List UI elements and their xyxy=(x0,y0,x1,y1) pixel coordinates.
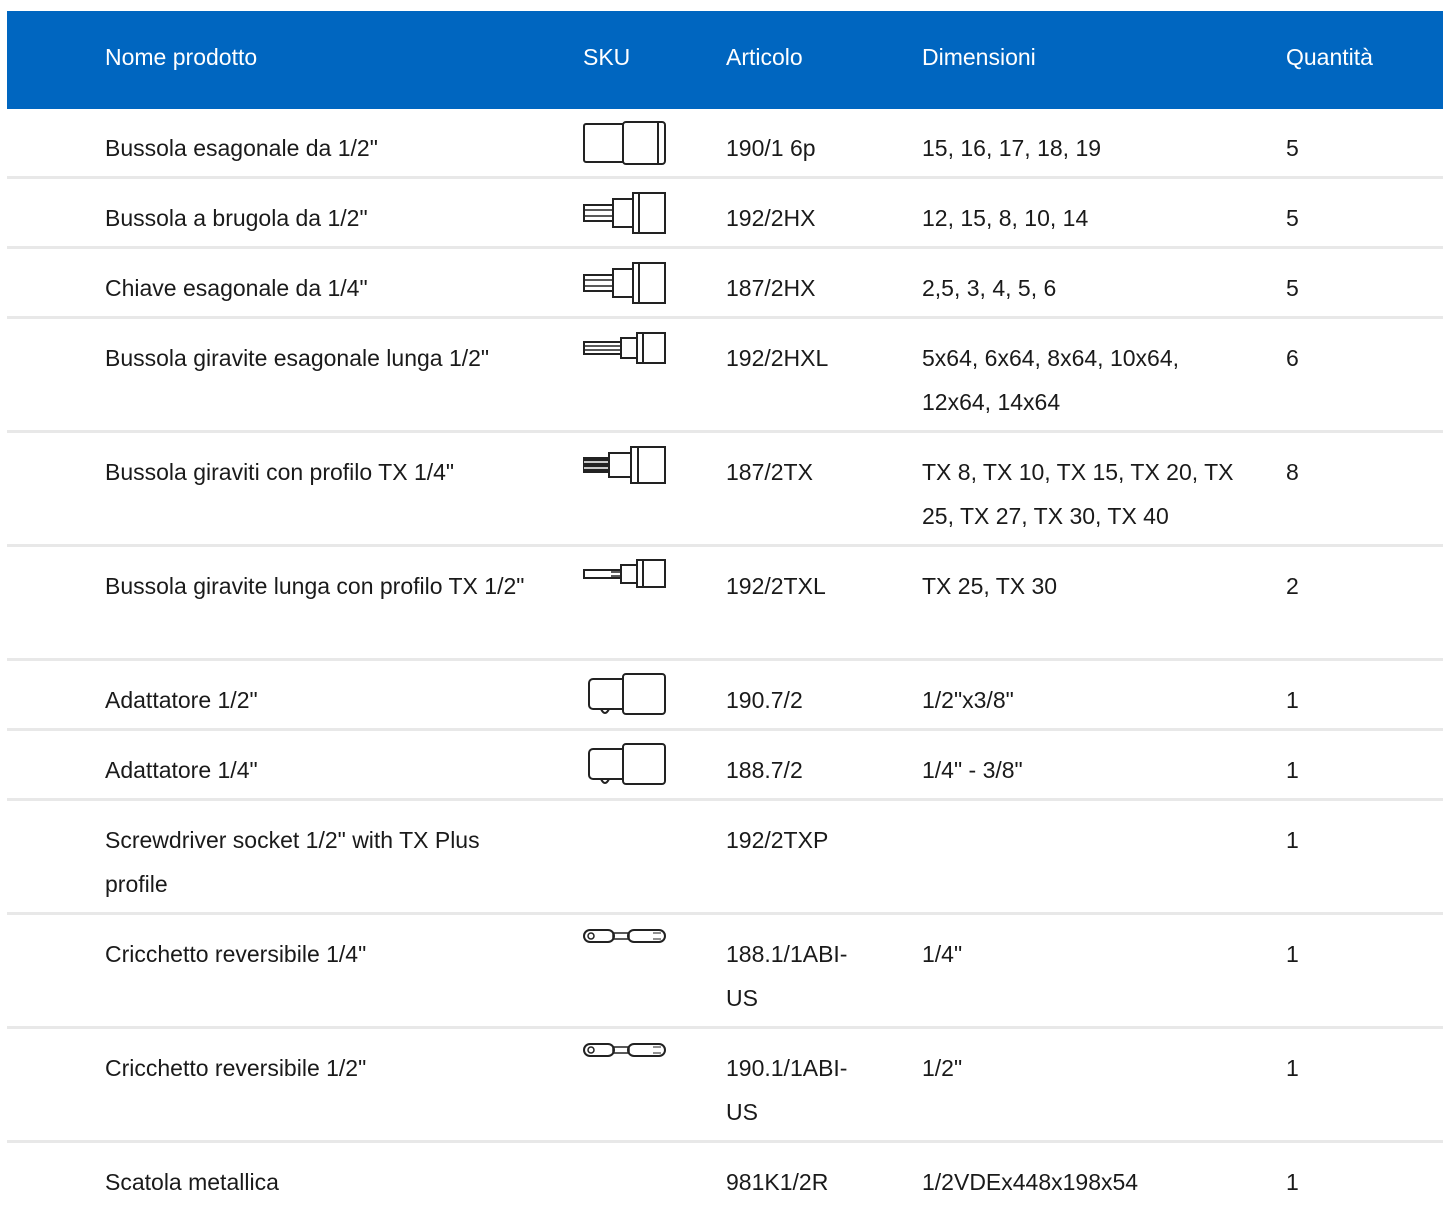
table-row: Bussola giravite lunga con profilo TX 1/… xyxy=(7,547,1443,661)
table-row: Screwdriver socket 1/2" with TX Plus pro… xyxy=(7,801,1443,915)
dimensions: 15, 16, 17, 18, 19 xyxy=(922,135,1102,161)
product-name: Bussola a brugola da 1/2" xyxy=(105,205,368,231)
ratchet-icon xyxy=(583,1041,673,1061)
product-name: Bussola giraviti con profilo TX 1/4" xyxy=(105,459,455,485)
hex-socket-icon xyxy=(583,121,673,165)
header-name: Nome prodotto xyxy=(105,44,258,70)
table-row: Cricchetto reversibile 1/4" 188.1/1ABI-U… xyxy=(7,915,1443,1029)
torx-bit-socket-icon xyxy=(583,445,673,485)
article-code: 192/2TXP xyxy=(726,827,829,853)
adapter-icon xyxy=(583,743,673,789)
allen-socket-icon xyxy=(583,191,673,235)
table-row: Bussola a brugola da 1/2" 192/2HX 12, 15… xyxy=(7,179,1443,249)
article-code: 187/2HX xyxy=(726,275,816,301)
dimensions: 1/2"x3/8" xyxy=(922,687,1014,713)
table-row: Adattatore 1/4" 188.7/2 1/4" - 3/8" 1 xyxy=(7,731,1443,801)
article-code: 981K1/2R xyxy=(726,1169,829,1195)
dimensions: 1/2VDEx448x198x54 xyxy=(922,1169,1139,1195)
article-code: 188.1/1ABI-US xyxy=(726,941,848,1011)
article-code: 192/2HX xyxy=(726,205,816,231)
dimensions: 5x64, 6x64, 8x64, 10x64, 12x64, 14x64 xyxy=(922,345,1180,415)
quantity: 5 xyxy=(1286,275,1299,301)
article-code: 192/2TXL xyxy=(726,573,826,599)
dimensions: TX 8, TX 10, TX 15, TX 20, TX 25, TX 27,… xyxy=(922,459,1234,529)
product-name: Bussola esagonale da 1/2" xyxy=(105,135,378,161)
header-dimensions: Dimensioni xyxy=(922,44,1036,70)
quantity: 2 xyxy=(1286,573,1299,599)
table-row: Bussola giravite esagonale lunga 1/2" 19… xyxy=(7,319,1443,433)
quantity: 6 xyxy=(1286,345,1299,371)
dimensions: TX 25, TX 30 xyxy=(922,573,1058,599)
dimensions: 1/4" - 3/8" xyxy=(922,757,1023,783)
article-code: 192/2HXL xyxy=(726,345,829,371)
header-article: Articolo xyxy=(726,44,803,70)
product-name: Cricchetto reversibile 1/4" xyxy=(105,941,367,967)
quantity: 1 xyxy=(1286,687,1299,713)
product-name: Cricchetto reversibile 1/2" xyxy=(105,1055,367,1081)
quantity: 8 xyxy=(1286,459,1299,485)
article-code: 190.7/2 xyxy=(726,687,803,713)
table-row: Bussola giraviti con profilo TX 1/4" 187… xyxy=(7,433,1443,547)
table-header: Nome prodotto SKU Articolo Dimensioni Qu… xyxy=(7,11,1443,109)
table-row: Chiave esagonale da 1/4" 187/2HX 2,5, 3,… xyxy=(7,249,1443,319)
product-name: Adattatore 1/2" xyxy=(105,687,258,713)
table-row: Bussola esagonale da 1/2" 190/1 6p 15, 1… xyxy=(7,109,1443,179)
product-name: Bussola giravite esagonale lunga 1/2" xyxy=(105,345,490,371)
quantity: 1 xyxy=(1286,941,1299,967)
table-row: Adattatore 1/2" 190.7/2 1/2"x3/8" 1 xyxy=(7,661,1443,731)
table-row: Scatola metallica 981K1/2R 1/2VDEx448x19… xyxy=(7,1143,1443,1213)
article-code: 190/1 6p xyxy=(726,135,816,161)
product-name: Adattatore 1/4" xyxy=(105,757,258,783)
long-torx-bit-socket-icon xyxy=(583,559,673,589)
article-code: 188.7/2 xyxy=(726,757,803,783)
product-name: Screwdriver socket 1/2" with TX Plus pro… xyxy=(105,827,480,897)
product-table: Nome prodotto SKU Articolo Dimensioni Qu… xyxy=(7,11,1443,1213)
dimensions: 2,5, 3, 4, 5, 6 xyxy=(922,275,1057,301)
long-hex-bit-socket-icon xyxy=(583,331,673,365)
dimensions: 1/4" xyxy=(922,941,963,967)
product-name: Bussola giravite lunga con profilo TX 1/… xyxy=(105,573,525,599)
quantity: 1 xyxy=(1286,1055,1299,1081)
product-name: Chiave esagonale da 1/4" xyxy=(105,275,368,301)
article-code: 187/2TX xyxy=(726,459,813,485)
quantity: 5 xyxy=(1286,135,1299,161)
ratchet-icon xyxy=(583,927,673,947)
dimensions: 1/2" xyxy=(922,1055,963,1081)
hex-key-socket-icon xyxy=(583,261,673,305)
quantity: 1 xyxy=(1286,1169,1299,1195)
table-row: Cricchetto reversibile 1/2" 190.1/1ABI-U… xyxy=(7,1029,1443,1143)
article-code: 190.1/1ABI-US xyxy=(726,1055,848,1125)
quantity: 1 xyxy=(1286,757,1299,783)
dimensions: 12, 15, 8, 10, 14 xyxy=(922,205,1089,231)
quantity: 1 xyxy=(1286,827,1299,853)
header-quantity: Quantità xyxy=(1286,44,1373,70)
quantity: 5 xyxy=(1286,205,1299,231)
header-sku: SKU xyxy=(583,44,631,70)
product-name: Scatola metallica xyxy=(105,1169,279,1195)
adapter-icon xyxy=(583,673,673,719)
